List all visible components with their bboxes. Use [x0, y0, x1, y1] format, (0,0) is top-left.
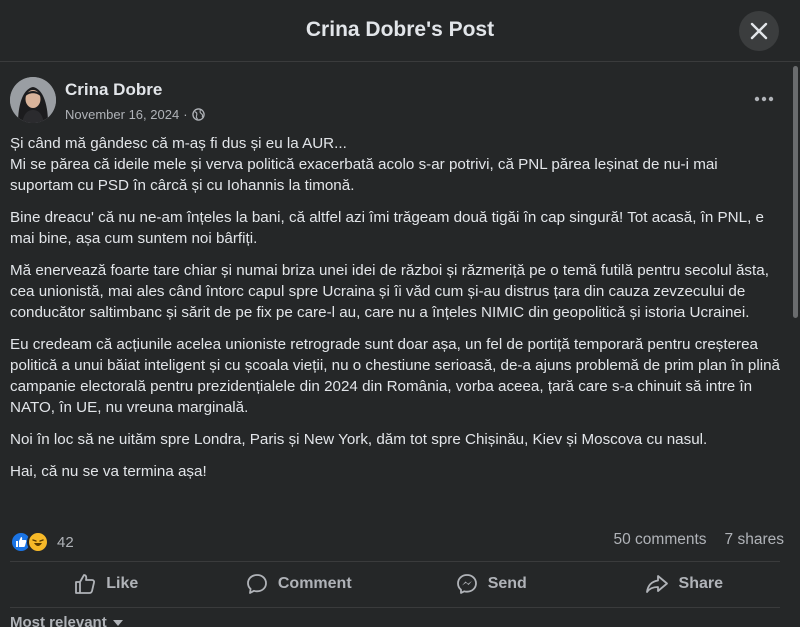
- shares-count[interactable]: 7 shares: [725, 531, 784, 549]
- post-paragraph: Bine dreacu' că nu ne-am înțeles la bani…: [10, 209, 764, 247]
- more-options-button[interactable]: [748, 87, 780, 111]
- post-paragraph: Noi în loc să ne uităm spre Londra, Pari…: [10, 431, 708, 448]
- share-icon: [645, 575, 668, 593]
- globe-icon: [191, 108, 205, 121]
- comment-sort-label: Most relevant: [10, 614, 107, 627]
- share-label: Share: [678, 575, 723, 592]
- thumbs-up-icon: [75, 574, 96, 594]
- chevron-down-icon: [112, 619, 123, 626]
- like-button[interactable]: Like: [10, 561, 203, 607]
- comment-button[interactable]: Comment: [203, 561, 396, 607]
- share-button[interactable]: Share: [588, 561, 781, 607]
- messenger-icon: [456, 574, 477, 594]
- dialog-header: Crina Dobre's Post: [0, 0, 800, 62]
- close-icon: [750, 22, 768, 40]
- close-button[interactable]: [739, 11, 779, 51]
- post-meta: November 16, 2024 ·: [65, 107, 205, 122]
- reactions-summary[interactable]: 42: [10, 531, 74, 553]
- post-paragraph: Hai, că nu se va termina așa!: [10, 463, 207, 480]
- reaction-count: 42: [57, 533, 74, 551]
- avatar[interactable]: [10, 77, 56, 123]
- comment-icon: [246, 574, 267, 594]
- like-label: Like: [106, 575, 139, 592]
- send-label: Send: [487, 575, 527, 592]
- send-button[interactable]: Send: [395, 561, 588, 607]
- comments-count[interactable]: 50 comments: [614, 531, 707, 549]
- divider: [10, 607, 780, 608]
- haha-reaction-icon: [27, 531, 49, 553]
- post-body: Și când mă gândesc că m-aș fi dus și eu …: [10, 133, 780, 493]
- post-actions: Like Comment Send Share: [10, 561, 780, 607]
- comment-label: Comment: [277, 575, 352, 592]
- comment-sort-dropdown[interactable]: Most relevant: [10, 614, 123, 627]
- meta-separator: ·: [183, 107, 188, 122]
- post-paragraph: Mă enervează foarte tare chiar și numai …: [10, 262, 769, 321]
- dialog-title: Crina Dobre's Post: [305, 18, 495, 41]
- post-date[interactable]: November 16, 2024: [65, 107, 179, 122]
- more-horizontal-icon: [754, 96, 774, 102]
- scrollbar-thumb[interactable]: [793, 66, 798, 318]
- post-card: Crina Dobre November 16, 2024 · Și când …: [0, 63, 790, 627]
- author-name[interactable]: Crina Dobre: [65, 80, 162, 100]
- post-paragraph: Eu credeam că acțiunile acelea unioniste…: [10, 336, 780, 416]
- post-stats: 50 comments 7 shares: [614, 531, 785, 549]
- post-paragraph: Și când mă gândesc că m-aș fi dus și eu …: [10, 135, 718, 194]
